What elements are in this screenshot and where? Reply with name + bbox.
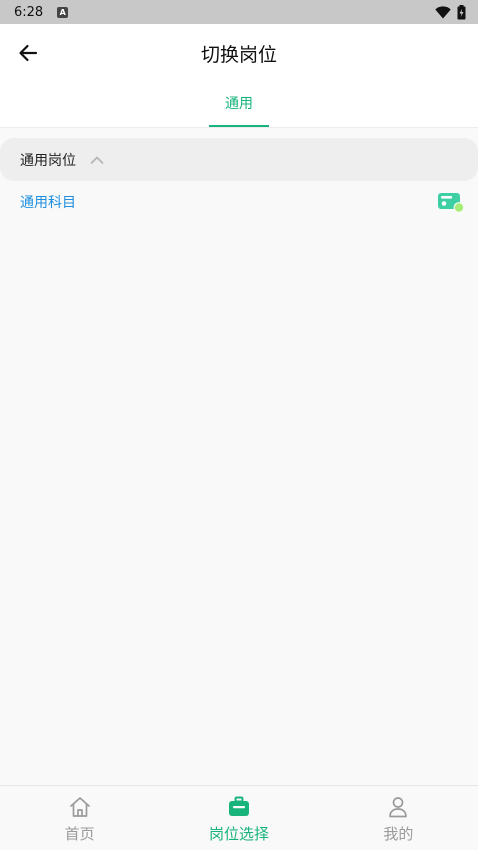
- nav-label-mine: 我的: [383, 825, 414, 843]
- app-header: 切换岗位 通用: [0, 24, 478, 128]
- tab-label: 通用: [225, 96, 253, 112]
- group-title: 通用岗位: [20, 152, 76, 169]
- divider: [0, 127, 478, 128]
- nav-item-home[interactable]: 首页: [0, 786, 159, 850]
- page-title: 切换岗位: [200, 44, 277, 66]
- battery-icon: [457, 5, 466, 20]
- status-icons: [435, 5, 466, 20]
- current-subject-icon: [438, 193, 464, 213]
- briefcase-icon: [228, 796, 249, 816]
- group-header-general-positions[interactable]: 通用岗位: [0, 138, 478, 181]
- status-time: 6:28: [14, 4, 44, 20]
- nav-label-position-select: 岗位选择: [208, 825, 269, 843]
- chevron-up-icon: [90, 156, 104, 164]
- tab-general[interactable]: 通用: [209, 92, 269, 128]
- home-icon: [69, 797, 90, 817]
- status-bar: 6:28 A: [0, 0, 478, 24]
- nav-label-home: 首页: [64, 825, 95, 843]
- wifi-icon: [435, 6, 451, 19]
- notification-icon: A: [57, 6, 69, 18]
- subject-label: 通用科目: [20, 195, 76, 211]
- nav-item-mine[interactable]: 我的: [319, 786, 478, 850]
- list-item-general-subject[interactable]: 通用科目: [0, 182, 478, 222]
- person-icon: [389, 797, 408, 818]
- nav-item-position-select[interactable]: 岗位选择: [159, 786, 318, 850]
- bottom-nav: 首页 岗位选择 我的: [0, 785, 478, 850]
